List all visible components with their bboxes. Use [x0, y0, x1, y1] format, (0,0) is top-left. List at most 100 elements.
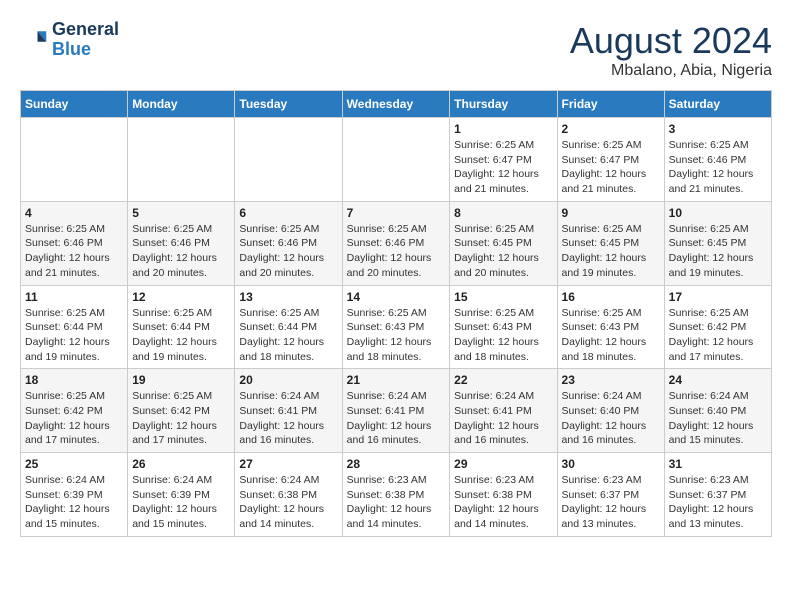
day-number: 31	[669, 457, 767, 471]
calendar-cell: 6 Sunrise: 6:25 AM Sunset: 6:46 PM Daylig…	[235, 201, 342, 285]
location: Mbalano, Abia, Nigeria	[570, 62, 772, 80]
day-info: Sunrise: 6:23 AM Sunset: 6:37 PM Dayligh…	[562, 473, 660, 532]
calendar-cell: 27 Sunrise: 6:24 AM Sunset: 6:38 PM Dayli…	[235, 453, 342, 537]
day-info: Sunrise: 6:25 AM Sunset: 6:43 PM Dayligh…	[347, 306, 446, 365]
day-number: 7	[347, 206, 446, 220]
day-number: 16	[562, 290, 660, 304]
day-info: Sunrise: 6:25 AM Sunset: 6:42 PM Dayligh…	[25, 389, 123, 448]
calendar-cell: 23 Sunrise: 6:24 AM Sunset: 6:40 PM Dayli…	[557, 369, 664, 453]
day-number: 3	[669, 122, 767, 136]
calendar-cell: 16 Sunrise: 6:25 AM Sunset: 6:43 PM Dayli…	[557, 285, 664, 369]
day-info: Sunrise: 6:25 AM Sunset: 6:42 PM Dayligh…	[132, 389, 230, 448]
day-info: Sunrise: 6:25 AM Sunset: 6:43 PM Dayligh…	[454, 306, 552, 365]
logo: General Blue	[20, 20, 119, 60]
day-number: 8	[454, 206, 552, 220]
day-number: 1	[454, 122, 552, 136]
day-info: Sunrise: 6:24 AM Sunset: 6:41 PM Dayligh…	[347, 389, 446, 448]
calendar-cell: 25 Sunrise: 6:24 AM Sunset: 6:39 PM Dayli…	[21, 453, 128, 537]
calendar-cell: 28 Sunrise: 6:23 AM Sunset: 6:38 PM Dayli…	[342, 453, 450, 537]
calendar-cell: 30 Sunrise: 6:23 AM Sunset: 6:37 PM Dayli…	[557, 453, 664, 537]
day-info: Sunrise: 6:23 AM Sunset: 6:38 PM Dayligh…	[454, 473, 552, 532]
day-number: 19	[132, 373, 230, 387]
day-info: Sunrise: 6:25 AM Sunset: 6:44 PM Dayligh…	[25, 306, 123, 365]
logo-icon	[20, 26, 48, 54]
day-number: 25	[25, 457, 123, 471]
page-header: General Blue August 2024 Mbalano, Abia, …	[20, 20, 772, 80]
day-number: 17	[669, 290, 767, 304]
day-number: 24	[669, 373, 767, 387]
day-info: Sunrise: 6:24 AM Sunset: 6:38 PM Dayligh…	[239, 473, 337, 532]
calendar-cell: 5Sunrise: 6:25 AM Sunset: 6:46 PM Daylig…	[128, 201, 235, 285]
weekday-header: Thursday	[450, 91, 557, 118]
calendar-cell: 9 Sunrise: 6:25 AM Sunset: 6:45 PM Daylig…	[557, 201, 664, 285]
day-info: Sunrise: 6:24 AM Sunset: 6:41 PM Dayligh…	[239, 389, 337, 448]
day-info: Sunrise: 6:25 AM Sunset: 6:45 PM Dayligh…	[669, 222, 767, 281]
calendar-cell: 3Sunrise: 6:25 AM Sunset: 6:46 PM Daylig…	[664, 118, 771, 202]
calendar-cell	[342, 118, 450, 202]
day-info: Sunrise: 6:25 AM Sunset: 6:47 PM Dayligh…	[562, 138, 660, 197]
day-number: 4	[25, 206, 123, 220]
weekday-header: Monday	[128, 91, 235, 118]
calendar-cell: 17Sunrise: 6:25 AM Sunset: 6:42 PM Dayli…	[664, 285, 771, 369]
calendar-cell: 1Sunrise: 6:25 AM Sunset: 6:47 PM Daylig…	[450, 118, 557, 202]
day-number: 6	[239, 206, 337, 220]
day-info: Sunrise: 6:24 AM Sunset: 6:41 PM Dayligh…	[454, 389, 552, 448]
day-number: 28	[347, 457, 446, 471]
day-number: 18	[25, 373, 123, 387]
day-info: Sunrise: 6:25 AM Sunset: 6:43 PM Dayligh…	[562, 306, 660, 365]
calendar-cell: 19 Sunrise: 6:25 AM Sunset: 6:42 PM Dayli…	[128, 369, 235, 453]
calendar-cell: 22 Sunrise: 6:24 AM Sunset: 6:41 PM Dayli…	[450, 369, 557, 453]
weekday-header: Saturday	[664, 91, 771, 118]
day-number: 22	[454, 373, 552, 387]
calendar-cell	[235, 118, 342, 202]
day-number: 9	[562, 206, 660, 220]
day-info: Sunrise: 6:23 AM Sunset: 6:37 PM Dayligh…	[669, 473, 767, 532]
calendar-table: SundayMondayTuesdayWednesdayThursdayFrid…	[20, 90, 772, 537]
day-number: 13	[239, 290, 337, 304]
day-number: 20	[239, 373, 337, 387]
weekday-header: Sunday	[21, 91, 128, 118]
weekday-header: Wednesday	[342, 91, 450, 118]
day-number: 21	[347, 373, 446, 387]
day-info: Sunrise: 6:23 AM Sunset: 6:38 PM Dayligh…	[347, 473, 446, 532]
day-info: Sunrise: 6:25 AM Sunset: 6:46 PM Dayligh…	[239, 222, 337, 281]
title-block: August 2024 Mbalano, Abia, Nigeria	[570, 20, 772, 80]
day-info: Sunrise: 6:24 AM Sunset: 6:39 PM Dayligh…	[25, 473, 123, 532]
day-number: 15	[454, 290, 552, 304]
day-number: 12	[132, 290, 230, 304]
day-info: Sunrise: 6:25 AM Sunset: 6:46 PM Dayligh…	[347, 222, 446, 281]
calendar-cell	[21, 118, 128, 202]
calendar-header: SundayMondayTuesdayWednesdayThursdayFrid…	[21, 91, 772, 118]
day-info: Sunrise: 6:25 AM Sunset: 6:44 PM Dayligh…	[132, 306, 230, 365]
calendar-cell: 18 Sunrise: 6:25 AM Sunset: 6:42 PM Dayli…	[21, 369, 128, 453]
calendar-cell: 26Sunrise: 6:24 AM Sunset: 6:39 PM Dayli…	[128, 453, 235, 537]
calendar-cell: 8Sunrise: 6:25 AM Sunset: 6:45 PM Daylig…	[450, 201, 557, 285]
day-number: 29	[454, 457, 552, 471]
day-number: 2	[562, 122, 660, 136]
month-title: August 2024	[570, 20, 772, 62]
day-number: 11	[25, 290, 123, 304]
calendar-cell: 15 Sunrise: 6:25 AM Sunset: 6:43 PM Dayli…	[450, 285, 557, 369]
day-info: Sunrise: 6:24 AM Sunset: 6:40 PM Dayligh…	[562, 389, 660, 448]
calendar-cell: 14Sunrise: 6:25 AM Sunset: 6:43 PM Dayli…	[342, 285, 450, 369]
calendar-cell: 12 Sunrise: 6:25 AM Sunset: 6:44 PM Dayli…	[128, 285, 235, 369]
day-number: 27	[239, 457, 337, 471]
day-info: Sunrise: 6:25 AM Sunset: 6:46 PM Dayligh…	[25, 222, 123, 281]
calendar-cell: 29 Sunrise: 6:23 AM Sunset: 6:38 PM Dayli…	[450, 453, 557, 537]
day-number: 26	[132, 457, 230, 471]
day-number: 30	[562, 457, 660, 471]
calendar-cell: 13Sunrise: 6:25 AM Sunset: 6:44 PM Dayli…	[235, 285, 342, 369]
calendar-cell: 20 Sunrise: 6:24 AM Sunset: 6:41 PM Dayli…	[235, 369, 342, 453]
calendar-cell: 10 Sunrise: 6:25 AM Sunset: 6:45 PM Dayli…	[664, 201, 771, 285]
day-number: 23	[562, 373, 660, 387]
calendar-cell: 7 Sunrise: 6:25 AM Sunset: 6:46 PM Daylig…	[342, 201, 450, 285]
calendar-cell: 24Sunrise: 6:24 AM Sunset: 6:40 PM Dayli…	[664, 369, 771, 453]
day-info: Sunrise: 6:25 AM Sunset: 6:45 PM Dayligh…	[562, 222, 660, 281]
day-number: 10	[669, 206, 767, 220]
logo-text-line1: General	[52, 20, 119, 40]
calendar-cell: 21 Sunrise: 6:24 AM Sunset: 6:41 PM Dayli…	[342, 369, 450, 453]
calendar-cell: 4 Sunrise: 6:25 AM Sunset: 6:46 PM Daylig…	[21, 201, 128, 285]
weekday-header: Friday	[557, 91, 664, 118]
day-info: Sunrise: 6:25 AM Sunset: 6:46 PM Dayligh…	[132, 222, 230, 281]
calendar-cell: 11 Sunrise: 6:25 AM Sunset: 6:44 PM Dayli…	[21, 285, 128, 369]
